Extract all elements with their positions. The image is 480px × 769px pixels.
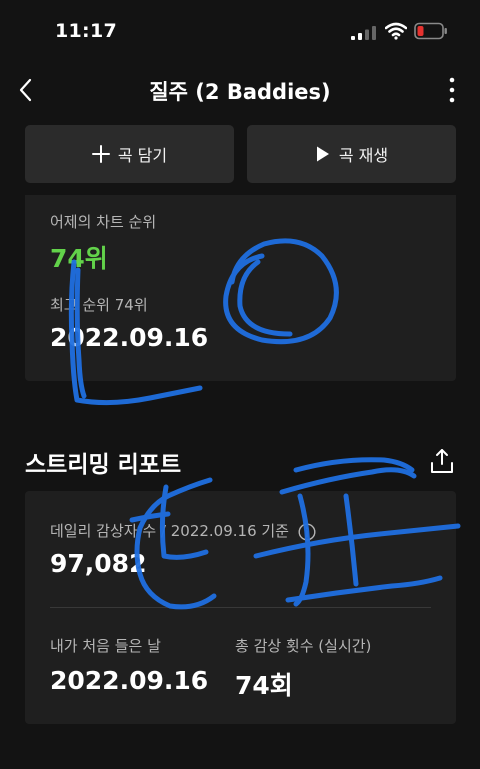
divider <box>50 607 431 608</box>
yesterday-rank-label: 어제의 차트 순위 <box>50 213 157 231</box>
page-title: 질주 (2 Baddies) <box>149 80 331 104</box>
more-vertical-icon[interactable] <box>440 76 464 106</box>
daily-listeners-label-text: 데일리 감상자 수 / 2022.09.16 기준 <box>50 522 289 540</box>
back-chevron-icon[interactable] <box>14 76 40 104</box>
play-song-button[interactable]: 곡 재생 <box>247 125 456 183</box>
status-bar: 11:17 <box>0 0 480 64</box>
total-plays-value: 74회 <box>235 671 293 700</box>
daily-listeners-label: 데일리 감상자 수 / 2022.09.16 기준 <box>50 520 316 541</box>
first-listen-label: 내가 처음 들은 날 <box>50 637 161 655</box>
play-icon <box>316 146 329 162</box>
signal-icon <box>351 26 376 40</box>
add-song-label: 곡 담기 <box>117 146 168 165</box>
wifi-icon <box>385 22 407 40</box>
chart-rank-card: 어제의 차트 순위 74위 최고 순위 74위 2022.09.16 <box>25 195 456 381</box>
first-listen-value: 2022.09.16 <box>50 666 209 695</box>
battery-icon <box>414 22 447 40</box>
status-time: 11:17 <box>55 20 117 42</box>
info-icon[interactable] <box>298 522 316 541</box>
streaming-report-title: 스트리밍 리포트 <box>25 452 182 478</box>
best-rank-date: 2022.09.16 <box>50 323 209 352</box>
play-song-label: 곡 재생 <box>338 146 389 165</box>
navigation-bar: 질주 (2 Baddies) <box>0 66 480 114</box>
yesterday-rank-value: 74위 <box>50 244 108 273</box>
daily-listeners-value: 97,082 <box>50 549 147 578</box>
best-rank-label: 최고 순위 74위 <box>50 296 148 314</box>
add-song-button[interactable]: 곡 담기 <box>25 125 234 183</box>
total-plays-label: 총 감상 횟수 (실시간) <box>235 637 372 655</box>
share-icon[interactable] <box>429 447 455 475</box>
plus-icon <box>91 145 110 163</box>
streaming-report-card: 데일리 감상자 수 / 2022.09.16 기준 97,082 내가 처음 들… <box>25 491 456 724</box>
